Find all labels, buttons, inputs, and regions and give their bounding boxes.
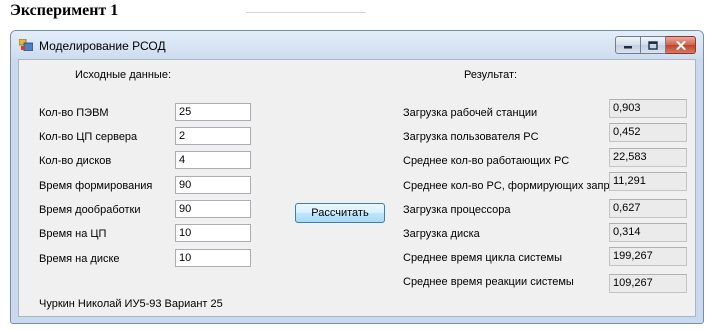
cycle-time-value: 199,267: [609, 247, 687, 266]
form-client-area: Исходные данные: Результат: Кол-во ПЭВМ …: [18, 59, 696, 317]
cpu-load-value: 0,627: [609, 199, 687, 218]
maximize-button[interactable]: [641, 36, 666, 54]
cpu-load-label: Загрузка процессора: [403, 204, 511, 216]
document-rule: [246, 12, 366, 13]
disk-count-label: Кол-во дисков: [39, 155, 112, 167]
calculate-button[interactable]: Рассчитать: [295, 203, 385, 223]
server-cpu-count-label: Кол-во ЦП сервера: [39, 131, 138, 143]
workstation-load-value: 0,903: [609, 99, 687, 118]
formation-time-label: Время формирования: [39, 180, 153, 192]
avg-requesting-pc-label: Среднее кол-во PC, формирующих запрос: [403, 180, 622, 192]
disk-load-label: Загрузка диска: [403, 228, 480, 240]
user-load-label: Загрузка пользователя PC: [403, 131, 539, 143]
formation-time-input[interactable]: [175, 176, 251, 194]
response-time-label: Среднее время реакции системы: [403, 276, 574, 288]
input-section-header: Исходные данные:: [75, 69, 171, 81]
cpu-time-label: Время на ЦП: [39, 228, 107, 240]
minimize-button[interactable]: [615, 36, 641, 54]
close-button[interactable]: [666, 36, 696, 54]
disk-time-input[interactable]: [175, 249, 251, 267]
app-icon: [19, 39, 33, 51]
close-icon: [676, 40, 685, 50]
disk-load-value: 0,314: [609, 223, 687, 242]
pc-count-label: Кол-во ПЭВМ: [39, 107, 109, 119]
response-time-value: 109,267: [609, 274, 687, 293]
minimize-icon: [624, 46, 632, 49]
window-title: Моделирование РСОД: [39, 39, 166, 53]
avg-working-pc-label: Среднее кол-во работающих PC: [403, 155, 570, 167]
app-window: Моделирование РСОД Исходные данные: Резу…: [10, 30, 704, 324]
workstation-load-label: Загрузка рабочей станции: [403, 107, 538, 119]
post-processing-time-input[interactable]: [175, 200, 251, 218]
disk-count-input[interactable]: [175, 151, 251, 169]
cycle-time-label: Среднее время цикла системы: [403, 252, 562, 264]
avg-working-pc-value: 22,583: [609, 148, 687, 167]
post-processing-time-label: Время дообработки: [39, 204, 141, 216]
author-label: Чуркин Николай ИУ5-93 Вариант 25: [39, 298, 223, 310]
document-heading: Эксперимент 1: [10, 2, 119, 19]
pc-count-input[interactable]: [175, 103, 251, 121]
cpu-time-input[interactable]: [175, 224, 251, 242]
server-cpu-count-input[interactable]: [175, 127, 251, 145]
disk-time-label: Время на диске: [39, 253, 120, 265]
title-bar[interactable]: Моделирование РСОД: [11, 31, 703, 59]
maximize-icon: [648, 40, 658, 50]
result-section-header: Результат:: [464, 69, 518, 81]
user-load-value: 0,452: [609, 123, 687, 142]
avg-requesting-pc-value: 11,291: [609, 172, 687, 191]
